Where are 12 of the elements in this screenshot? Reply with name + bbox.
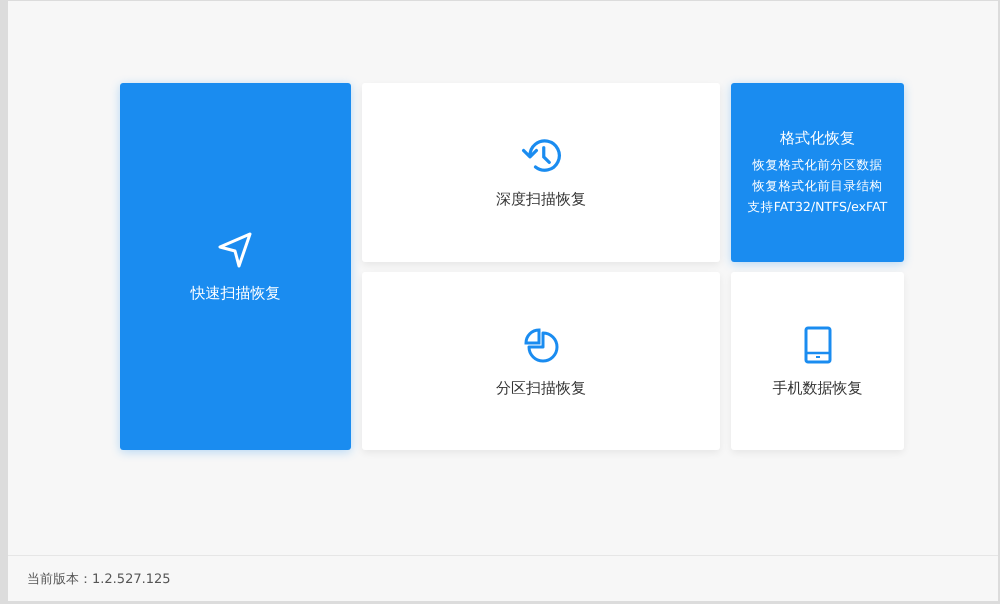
recovery-tile[interactable]: 分区扫描恢复: [362, 272, 720, 450]
tile-title: 分区扫描恢复: [496, 378, 586, 398]
tile-title: 快速扫描恢复: [190, 284, 280, 303]
tile-title: 格式化恢复: [780, 128, 855, 148]
tile-description: 恢复格式化前分区数据: [752, 156, 882, 174]
recovery-tile[interactable]: 深度扫描恢复: [362, 83, 720, 262]
version-text: 当前版本：1.2.527.125: [27, 570, 171, 588]
tile-description: 恢复格式化前目录结构: [752, 176, 882, 194]
tile-title: 手机数据恢复: [772, 378, 862, 398]
recovery-tile[interactable]: 手机数据恢复: [731, 272, 904, 450]
tile-description: 支持FAT32/NTFS/exFAT: [748, 198, 888, 216]
tile-title: 深度扫描恢复: [496, 190, 586, 209]
